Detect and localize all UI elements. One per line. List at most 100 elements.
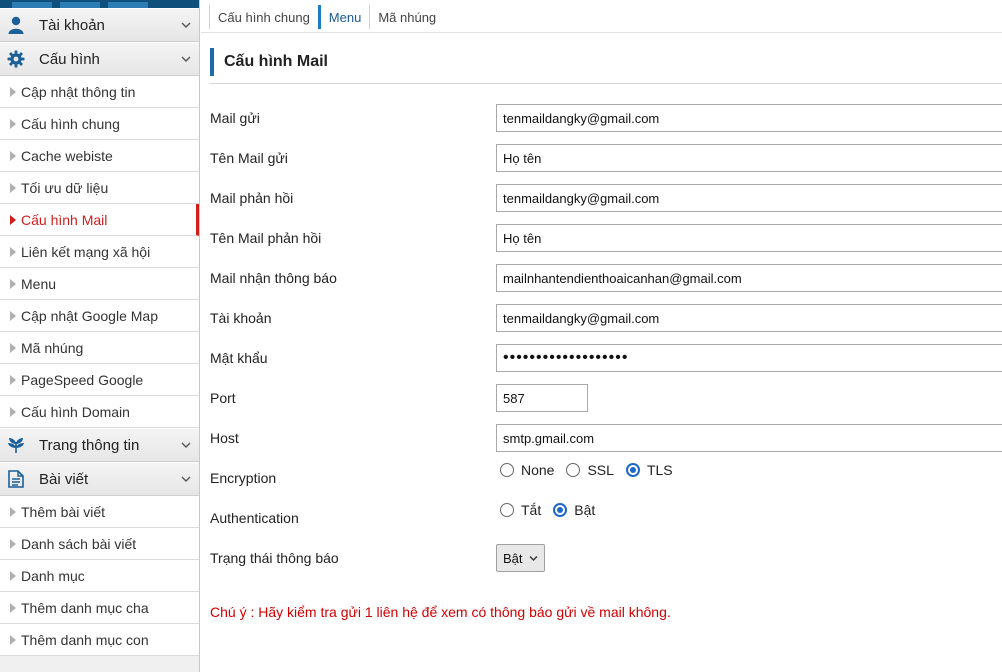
caret-right-icon <box>10 119 16 129</box>
sidebar-section-trang-thong-tin[interactable]: Trang thông tin <box>0 428 199 462</box>
tai-khoan-input[interactable] <box>496 304 1002 332</box>
sidebar-item-label: Danh mục <box>21 567 85 584</box>
caret-right-icon <box>10 343 16 353</box>
ten-mail-phan-hoi-input[interactable] <box>496 224 1002 252</box>
field-label: Mật khẩu <box>210 350 268 366</box>
tab-menu[interactable]: Menu <box>317 5 370 29</box>
sidebar-item-them-danh-muc-cha[interactable]: Thêm danh mục cha <box>0 592 199 624</box>
form-row-ten-mail-phan-hoi: Tên Mail phản hồi <box>210 224 1002 252</box>
sidebar-item-cap-nhat-google-map[interactable]: Cập nhật Google Map <box>0 300 199 332</box>
field-label: Tên Mail phản hồi <box>210 230 322 246</box>
sidebar-item-menu[interactable]: Menu <box>0 268 199 300</box>
encryption-none-radio[interactable]: None <box>500 462 554 478</box>
sidebar-item-cap-nhat-thong-tin[interactable]: Cập nhật thông tin <box>0 76 199 108</box>
sidebar-item-cau-hinh-mail[interactable]: Cấu hình Mail <box>0 204 199 236</box>
ten-mail-gui-input[interactable] <box>496 144 1002 172</box>
caret-right-icon <box>10 539 16 549</box>
sidebar-item-ma-nhung[interactable]: Mã nhúng <box>0 332 199 364</box>
mail-gui-input[interactable] <box>496 104 1002 132</box>
sidebar-item-cache-website[interactable]: Cache webiste <box>0 140 199 172</box>
field-label: Trạng thái thông báo <box>210 550 339 566</box>
caret-right-icon <box>10 311 16 321</box>
sidebar-section-tai-khoan[interactable]: Tài khoản <box>0 8 199 42</box>
form-row-port: Port <box>210 384 1002 412</box>
sidebar-item-label: Danh sách bài viết <box>21 535 137 552</box>
leaf-icon <box>7 436 25 454</box>
sidebar-items-cau-hinh: Cập nhật thông tin Cấu hình chung Cache … <box>0 76 199 428</box>
form-row-mat-khau: Mật khẩu <box>210 344 1002 372</box>
form-row-mail-gui: Mail gửi <box>210 104 1002 132</box>
sidebar-section-cau-hinh[interactable]: Cấu hình <box>0 42 199 76</box>
sidebar-items-bai-viet: Thêm bài viết Danh sách bài viết Danh mụ… <box>0 496 199 656</box>
sidebar-item-cau-hinh-chung[interactable]: Cấu hình chung <box>0 108 199 140</box>
sidebar-item-cau-hinh-domain[interactable]: Cấu hình Domain <box>0 396 199 428</box>
authentication-on-radio[interactable]: Bật <box>553 502 595 518</box>
user-icon <box>7 16 25 34</box>
field-label: Authentication <box>210 510 299 526</box>
host-input[interactable] <box>496 424 1002 452</box>
password-input[interactable] <box>496 344 1002 372</box>
chevron-down-icon <box>181 476 191 482</box>
sidebar-item-toi-uu-du-lieu[interactable]: Tối ưu dữ liệu <box>0 172 199 204</box>
radio-label: Tắt <box>521 502 542 518</box>
sidebar-item-lien-ket-mang-xa-hoi[interactable]: Liên kết mạng xã hội <box>0 236 199 268</box>
form-row-authentication: Authentication Tắt Bật <box>210 502 1002 532</box>
tab-bar: Cấu hình chung Menu Mã nhúng <box>209 4 444 30</box>
radio-circle <box>500 463 514 477</box>
sidebar-item-label: PageSpeed Google <box>21 371 144 388</box>
field-label: Port <box>210 390 236 406</box>
form-row-ten-mail-gui: Tên Mail gửi <box>210 144 1002 172</box>
tab-ma-nhung[interactable]: Mã nhúng <box>369 5 444 29</box>
mail-nhan-thong-bao-input[interactable] <box>496 264 1002 292</box>
sidebar-section-bai-viet[interactable]: Bài viết <box>0 462 199 496</box>
caret-right-icon <box>10 183 16 193</box>
radio-circle <box>566 463 581 477</box>
page-title: Cấu hình Mail <box>210 48 328 76</box>
field-label: Tên Mail gửi <box>210 150 288 166</box>
sidebar-item-label: Thêm danh mục con <box>21 631 149 648</box>
select-value: Bật <box>503 550 523 566</box>
chevron-down-icon <box>181 56 191 62</box>
sidebar-item-danh-sach-bai-viet[interactable]: Danh sách bài viết <box>0 528 199 560</box>
encryption-tls-radio[interactable]: TLS <box>625 462 673 478</box>
field-label: Tài khoản <box>210 310 272 326</box>
sidebar-item-label: Thêm danh mục cha <box>21 599 149 616</box>
tab-cau-hinh-chung[interactable]: Cấu hình chung <box>209 5 318 29</box>
form-row-tai-khoan: Tài khoản <box>210 304 1002 332</box>
sidebar-item-them-danh-muc-con[interactable]: Thêm danh mục con <box>0 624 199 656</box>
sidebar: Tài khoản Cấu hình Cập nhật thông tin Cấ… <box>0 0 200 672</box>
tab-divider <box>201 32 1002 33</box>
radio-label: Bật <box>574 502 596 518</box>
sidebar-section-label: Trang thông tin <box>39 436 140 454</box>
gear-icon <box>7 50 25 68</box>
caret-right-icon <box>10 151 16 161</box>
mail-phan-hoi-input[interactable] <box>496 184 1002 212</box>
radio-circle <box>625 463 640 477</box>
notification-status-select[interactable]: Bật <box>496 544 545 572</box>
sidebar-item-label: Mã nhúng <box>21 339 84 356</box>
sidebar-section-label: Tài khoản <box>39 16 105 34</box>
sidebar-item-label: Thêm bài viết <box>21 503 106 520</box>
sidebar-item-danh-muc[interactable]: Danh mục <box>0 560 199 592</box>
chevron-down-icon <box>181 22 191 28</box>
sidebar-item-pagespeed-google[interactable]: PageSpeed Google <box>0 364 199 396</box>
caret-right-icon <box>10 603 16 613</box>
encryption-ssl-radio[interactable]: SSL <box>566 462 614 478</box>
radio-circle <box>500 503 514 517</box>
authentication-off-radio[interactable]: Tắt <box>500 502 541 518</box>
radio-label: SSL <box>587 462 614 478</box>
sidebar-item-label: Cấu hình Mail <box>21 211 108 228</box>
sidebar-section-label: Cấu hình <box>39 50 100 68</box>
form-row-mail-phan-hoi: Mail phản hồi <box>210 184 1002 212</box>
caret-right-icon <box>10 635 16 645</box>
warning-note: Chú ý : Hãy kiểm tra gửi 1 liên hệ để xe… <box>210 604 671 620</box>
sidebar-item-label: Cập nhật Google Map <box>21 307 158 324</box>
field-label: Mail gửi <box>210 110 260 126</box>
port-input[interactable] <box>496 384 588 412</box>
sidebar-item-them-bai-viet[interactable]: Thêm bài viết <box>0 496 199 528</box>
caret-right-icon <box>10 87 16 97</box>
sidebar-item-label: Cấu hình Domain <box>21 403 130 420</box>
sidebar-section-label: Bài viết <box>39 470 89 488</box>
sidebar-item-label: Tối ưu dữ liệu <box>21 179 109 196</box>
form-row-trang-thai-thong-bao: Trạng thái thông báo Bật <box>210 544 1002 572</box>
